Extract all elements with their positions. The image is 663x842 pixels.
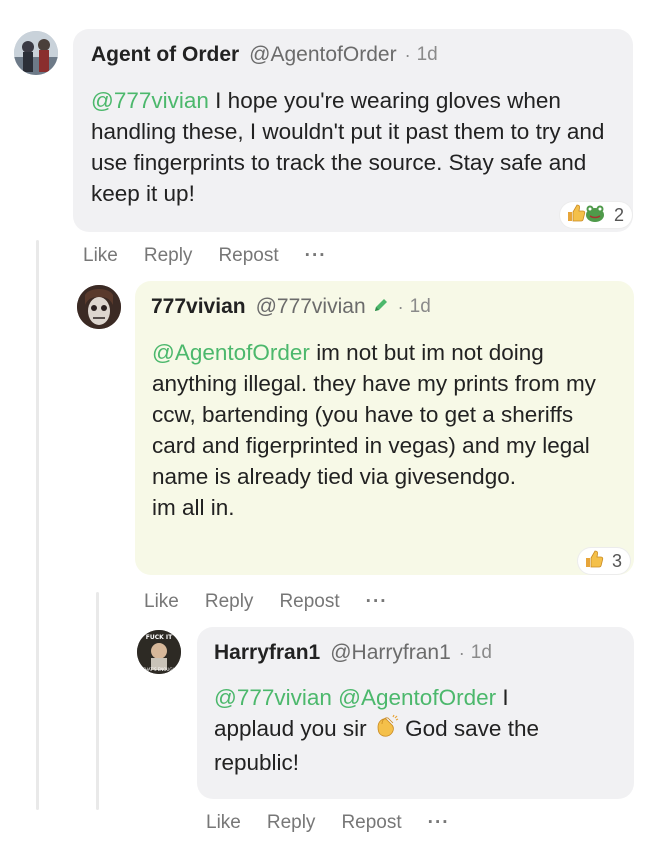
author-handle[interactable]: @Harryfran1 bbox=[330, 641, 451, 665]
comment-actions-1: Like Reply Repost ··· bbox=[83, 245, 353, 267]
mention-link[interactable]: @AgentofOrder bbox=[152, 340, 310, 365]
more-options-button[interactable]: ··· bbox=[305, 245, 327, 267]
reactions-badge-1[interactable]: 2 bbox=[560, 202, 633, 228]
clapping-hands-icon bbox=[373, 713, 399, 747]
mention-link[interactable]: @777vivian bbox=[91, 88, 209, 113]
mention-link-2[interactable]: @AgentofOrder bbox=[338, 685, 496, 710]
repost-button[interactable]: Repost bbox=[279, 591, 339, 613]
reaction-count: 3 bbox=[612, 550, 623, 571]
comment-body-line-2: im all in. bbox=[152, 495, 235, 520]
reply-button[interactable]: Reply bbox=[267, 812, 316, 834]
mention-link-1[interactable]: @777vivian bbox=[214, 685, 332, 710]
reactions-badge-2[interactable]: 3 bbox=[578, 548, 631, 574]
separator: · bbox=[458, 642, 465, 663]
timestamp: 1d bbox=[416, 44, 438, 65]
frog-icon bbox=[584, 203, 606, 228]
avatar-agent-of-order[interactable] bbox=[14, 31, 58, 75]
timestamp: 1d bbox=[409, 296, 431, 317]
avatar-text-bottom: THAT'S ENOUGH bbox=[142, 667, 176, 672]
comment-header-1: Agent of Order @AgentofOrder · 1d bbox=[91, 43, 438, 67]
comment-header-3: Harryfran1 @Harryfran1 · 1d bbox=[214, 641, 492, 665]
repost-button[interactable]: Repost bbox=[218, 245, 278, 267]
thumbs-up-icon bbox=[584, 549, 604, 574]
comment-actions-3: Like Reply Repost ··· bbox=[206, 812, 476, 834]
comment-header-2: 777vivian @777vivian · 1d bbox=[151, 295, 431, 319]
author-name[interactable]: 777vivian bbox=[151, 295, 246, 319]
avatar-777vivian[interactable] bbox=[77, 285, 121, 329]
author-name[interactable]: Agent of Order bbox=[91, 43, 239, 67]
author-handle[interactable]: @AgentofOrder bbox=[249, 43, 396, 67]
timestamp: 1d bbox=[470, 642, 492, 663]
like-button[interactable]: Like bbox=[144, 591, 179, 613]
comment-actions-2: Like Reply Repost ··· bbox=[144, 591, 414, 613]
avatar-text-top: FUCK IT bbox=[146, 634, 173, 641]
pencil-icon bbox=[372, 296, 390, 319]
repost-button[interactable]: Repost bbox=[341, 812, 401, 834]
comment-text-1: @777vivian I hope you're wearing gloves … bbox=[91, 85, 621, 209]
author-handle[interactable]: @777vivian bbox=[256, 295, 366, 319]
separator: · bbox=[397, 296, 404, 317]
reply-button[interactable]: Reply bbox=[205, 591, 254, 613]
comment-text-3: @777vivian @AgentofOrder I applaud you s… bbox=[214, 682, 574, 778]
reaction-count: 2 bbox=[614, 204, 625, 225]
comment-text-2: @AgentofOrder im not but im not doing an… bbox=[152, 337, 622, 523]
more-options-button[interactable]: ··· bbox=[428, 812, 450, 834]
like-button[interactable]: Like bbox=[206, 812, 241, 834]
avatar-harryfran1[interactable]: FUCK IT THAT'S ENOUGH bbox=[137, 630, 181, 674]
reply-button[interactable]: Reply bbox=[144, 245, 193, 267]
author-name[interactable]: Harryfran1 bbox=[214, 641, 320, 665]
separator: · bbox=[404, 44, 411, 65]
more-options-button[interactable]: ··· bbox=[366, 591, 388, 613]
thread-line-1 bbox=[36, 240, 39, 810]
thread-line-2 bbox=[96, 592, 99, 810]
like-button[interactable]: Like bbox=[83, 245, 118, 267]
thumbs-up-icon bbox=[566, 203, 586, 228]
